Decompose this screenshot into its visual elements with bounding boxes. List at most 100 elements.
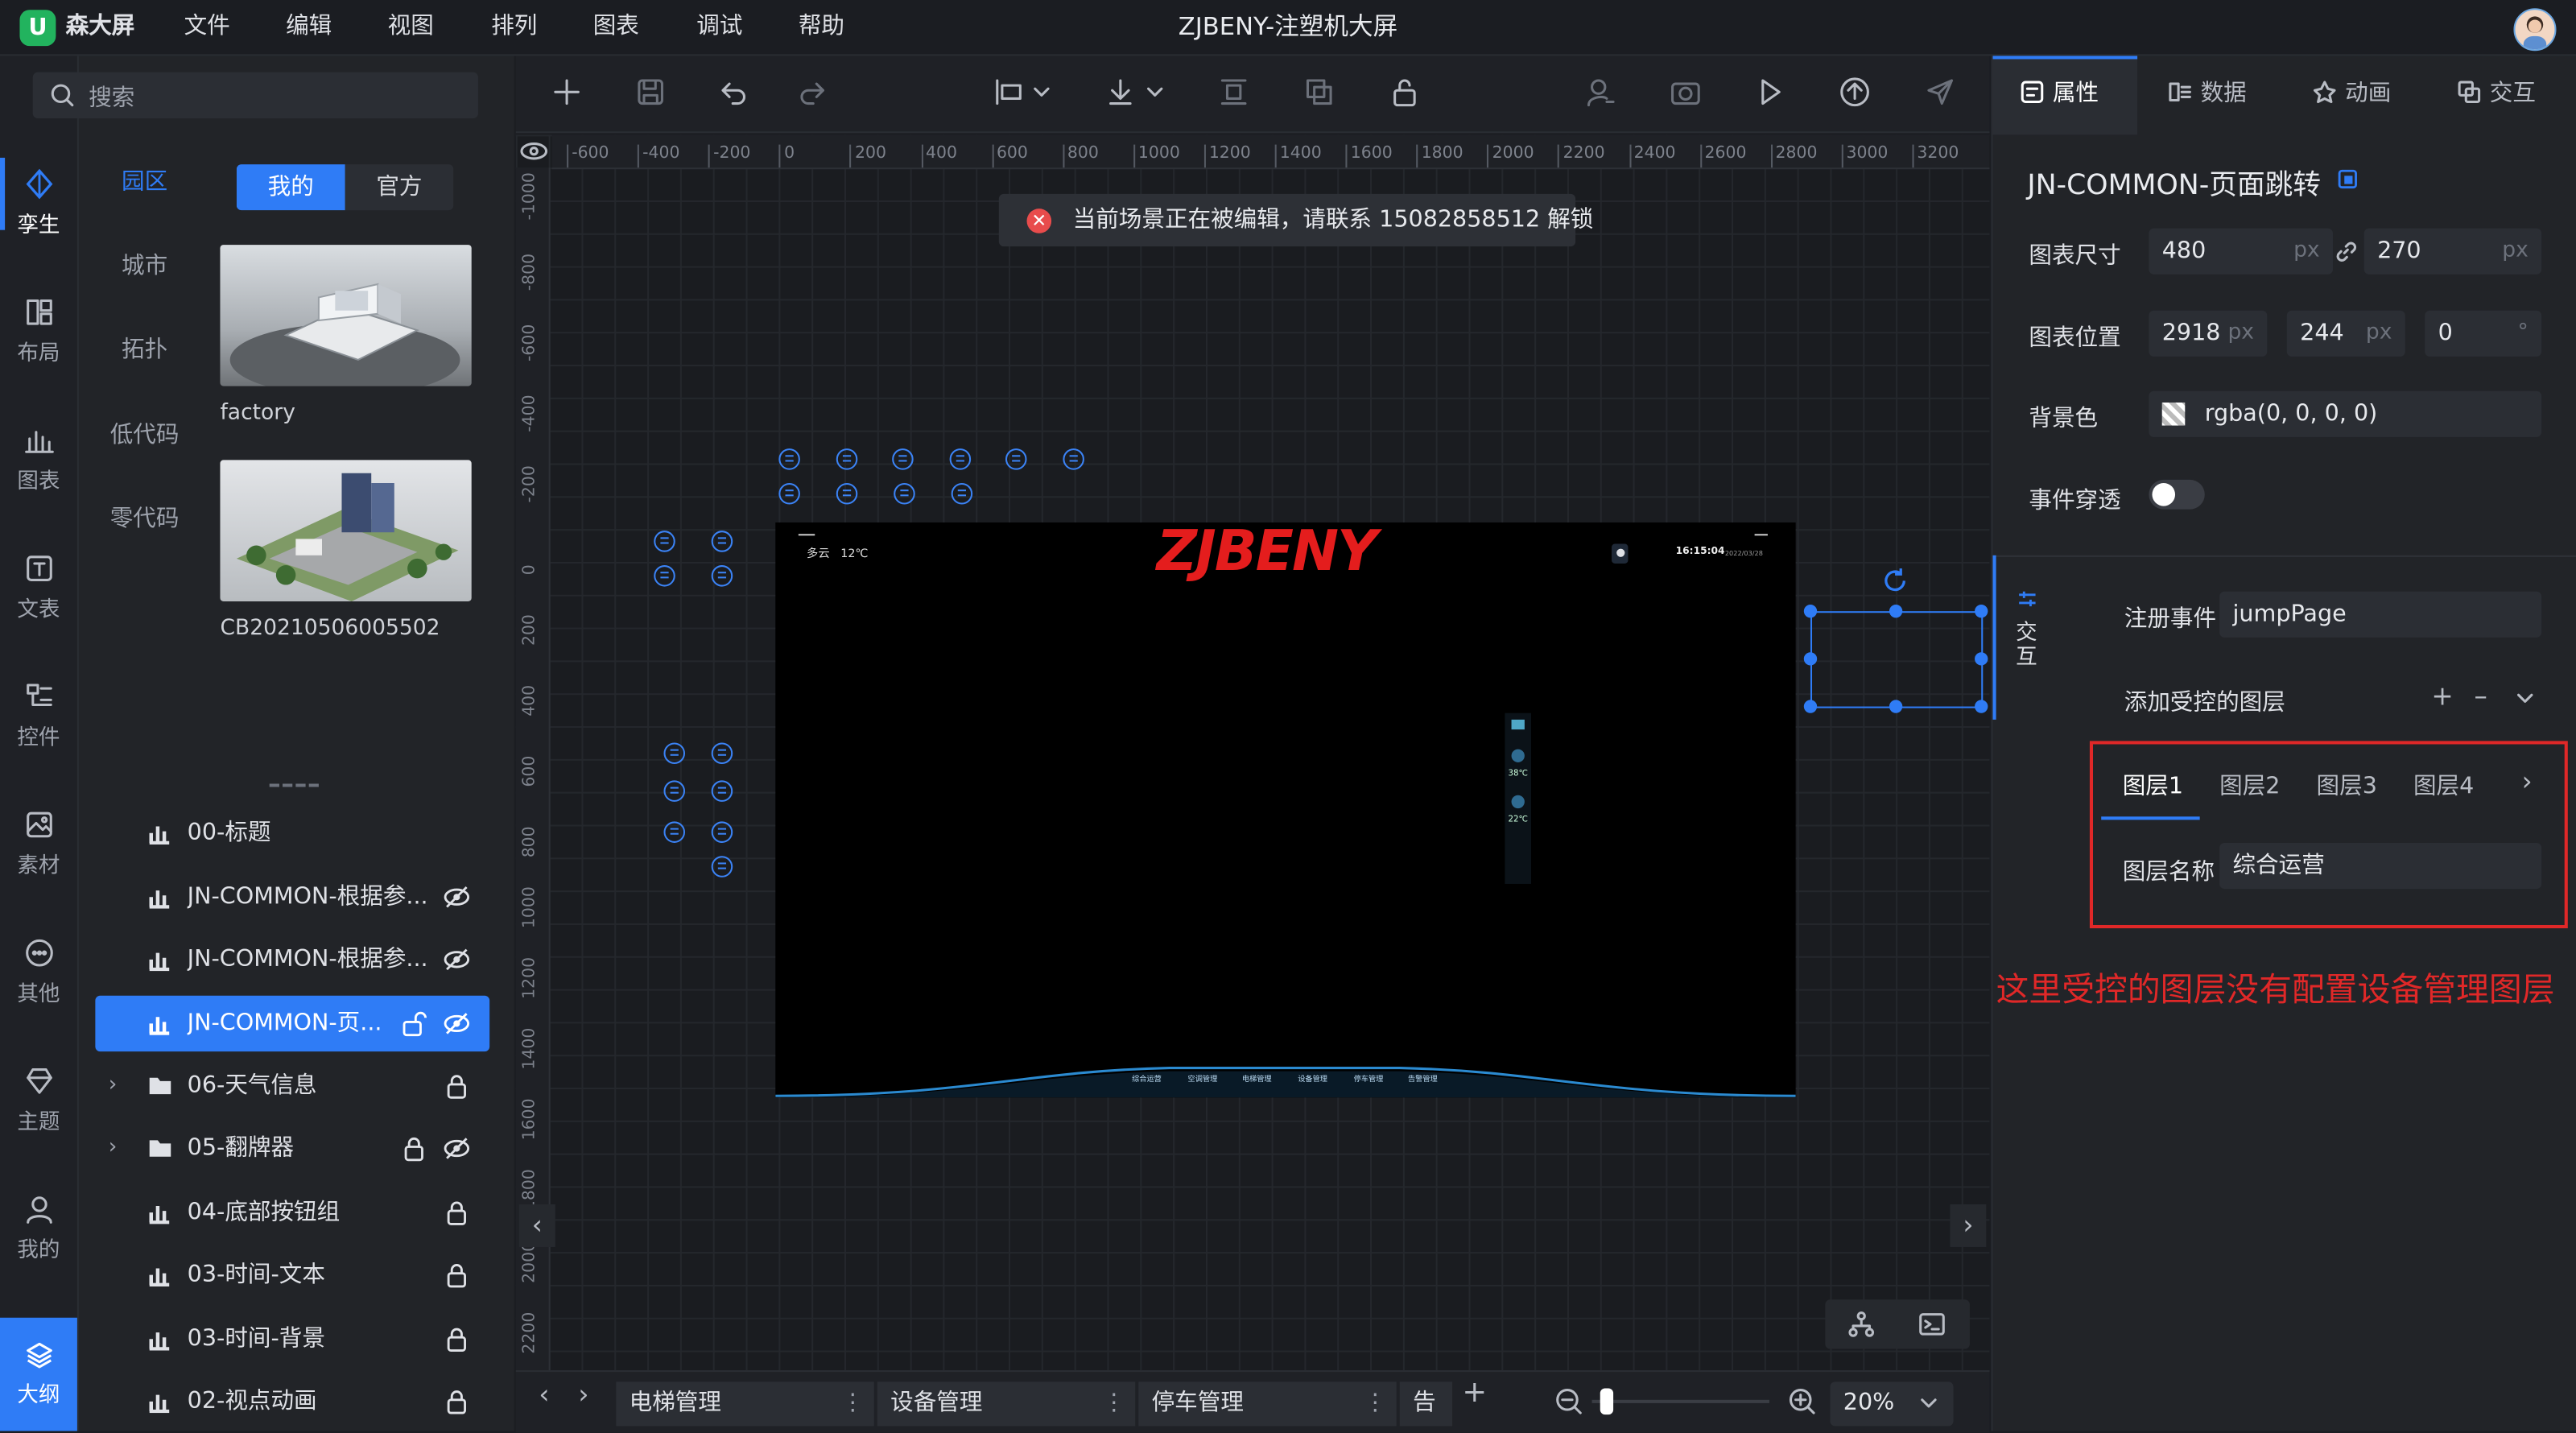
hidden-component-node[interactable] [711,742,733,764]
hidden-component-node[interactable] [654,565,675,587]
lock-icon[interactable] [444,1200,470,1226]
rail-item-layout[interactable]: 布局 [0,263,77,382]
resize-handle[interactable] [1803,652,1818,666]
rotate-icon[interactable] [1881,567,1909,595]
eye-off-icon[interactable] [444,1135,470,1162]
unlock-icon[interactable] [401,1010,427,1037]
chevron-right-icon[interactable]: › [578,1378,588,1410]
unlock-icon[interactable] [1388,76,1421,109]
toggle-official[interactable]: 官方 [345,164,454,210]
passthrough-toggle[interactable] [2149,479,2205,510]
rail-item-outline[interactable]: 大纲 [0,1317,77,1431]
zoom-in-icon[interactable] [1787,1386,1817,1416]
panel-resize-handle[interactable] [269,783,319,790]
user-lock-icon[interactable] [1583,76,1616,109]
asset-thumbnail-cb[interactable] [220,460,472,601]
resize-handle[interactable] [1803,605,1818,618]
chevron-left-icon[interactable]: ‹ [518,1204,555,1247]
tab-animation[interactable]: 动画 [2311,56,2391,131]
rail-item-twin[interactable]: 孪生 [0,134,77,253]
hidden-component-node[interactable] [951,483,973,505]
pos-x-input[interactable]: 2918 px [2149,310,2268,357]
menu-chart[interactable]: 图表 [593,0,639,54]
resize-handle[interactable] [1803,700,1818,713]
align-left-icon[interactable] [993,76,1026,109]
category-no-code[interactable]: 零代码 [98,501,190,534]
hidden-component-node[interactable] [654,531,675,552]
rail-item-other[interactable]: 其他 [0,903,77,1022]
tab-data[interactable]: 数据 [2167,56,2247,131]
chevron-down-icon[interactable] [2515,688,2534,708]
chevron-right-icon[interactable]: › [1950,1204,1987,1247]
scene-tab-device[interactable]: 设备管理 ⋮ [877,1381,1136,1427]
category-city[interactable]: 城市 [98,248,190,281]
hidden-component-node[interactable] [1005,448,1027,470]
eye-icon[interactable] [519,139,549,163]
resize-handle[interactable] [1975,605,1988,618]
rail-item-mine[interactable]: 我的 [0,1160,77,1278]
more-vertical-icon[interactable]: ⋮ [841,1381,865,1426]
hidden-component-node[interactable] [663,780,686,802]
layer-item-selected[interactable]: JN-COMMON-页... [95,995,490,1052]
dashboard-preview[interactable]: 多云 12℃ ZJBENY 16:15:04 2022/03/28 38℃ 22… [775,519,1796,1098]
hidden-component-node[interactable] [892,448,914,470]
layer-group[interactable]: › 06-天气信息 [95,1058,489,1113]
redo-icon[interactable] [795,76,828,109]
category-topology[interactable]: 拓扑 [98,332,190,365]
chevron-left-icon[interactable]: ‹ [539,1378,549,1410]
add-scene-icon[interactable]: + [1462,1375,1487,1410]
menu-view[interactable]: 视图 [388,0,434,54]
search-field[interactable]: 搜索 [32,72,478,118]
resize-handle[interactable] [1889,605,1903,618]
toggle-mine[interactable]: 我的 [236,164,345,211]
resize-handle[interactable] [1889,700,1903,713]
scene-tab-elevator[interactable]: 电梯管理 ⋮ [616,1381,874,1427]
lock-icon[interactable] [444,1388,470,1414]
layer-item[interactable]: 04-底部按钮组 [95,1184,489,1240]
hidden-component-node[interactable] [836,448,858,470]
scene-tab-alarm[interactable]: 告警 [1399,1381,1453,1427]
rail-item-widget[interactable]: 控件 [0,647,77,766]
category-park[interactable]: 园区 [98,164,190,197]
zoom-select[interactable]: 20% [1830,1381,1954,1427]
event-input[interactable]: jumpPage [2219,591,2542,638]
menu-help[interactable]: 帮助 [799,0,844,54]
selected-component-frame[interactable] [1810,611,1984,708]
chevron-down-icon[interactable] [1145,76,1164,109]
hidden-component-node[interactable] [1063,448,1084,470]
lock-icon[interactable] [444,1262,470,1288]
color-swatch[interactable] [2161,403,2186,426]
layer-group[interactable]: › 05-翻牌器 [95,1121,489,1176]
eye-off-icon[interactable] [444,947,470,973]
layer-item[interactable]: JN-COMMON-根据参... [95,869,489,925]
eye-off-icon[interactable] [444,884,470,911]
distribute-icon[interactable] [1217,76,1250,109]
layer-item[interactable]: 02-视点动画 [95,1373,489,1429]
bg-color-input[interactable]: rgba(0, 0, 0, 0) [2149,390,2542,437]
download-icon[interactable] [1104,76,1137,109]
hidden-component-node[interactable] [711,780,733,802]
width-input[interactable]: 480 px [2149,228,2333,275]
zoom-slider[interactable] [1591,1399,1769,1403]
link-icon[interactable] [2334,240,2358,263]
add-icon[interactable]: + [2431,680,2453,712]
rail-item-theme[interactable]: 主题 [0,1032,77,1150]
hidden-component-node[interactable] [778,483,800,505]
save-icon[interactable] [634,76,667,109]
hidden-component-node[interactable] [711,856,733,878]
upload-icon[interactable] [1839,76,1872,109]
add-icon[interactable] [551,76,584,109]
hidden-component-node[interactable] [778,448,800,470]
remove-icon[interactable]: – [2474,680,2487,712]
menu-file[interactable]: 文件 [184,0,230,54]
zoom-slider-thumb[interactable] [1600,1388,1614,1415]
send-icon[interactable] [1924,76,1957,109]
hidden-component-node[interactable] [711,531,733,552]
play-icon[interactable] [1753,76,1786,109]
eye-off-icon[interactable] [444,1010,470,1037]
topology-icon[interactable] [1847,1310,1876,1340]
more-vertical-icon[interactable]: ⋮ [1364,1381,1387,1426]
rotation-input[interactable]: 0 ° [2425,310,2542,357]
tab-interaction[interactable]: 交互 [2456,56,2536,131]
undo-icon[interactable] [718,76,751,109]
